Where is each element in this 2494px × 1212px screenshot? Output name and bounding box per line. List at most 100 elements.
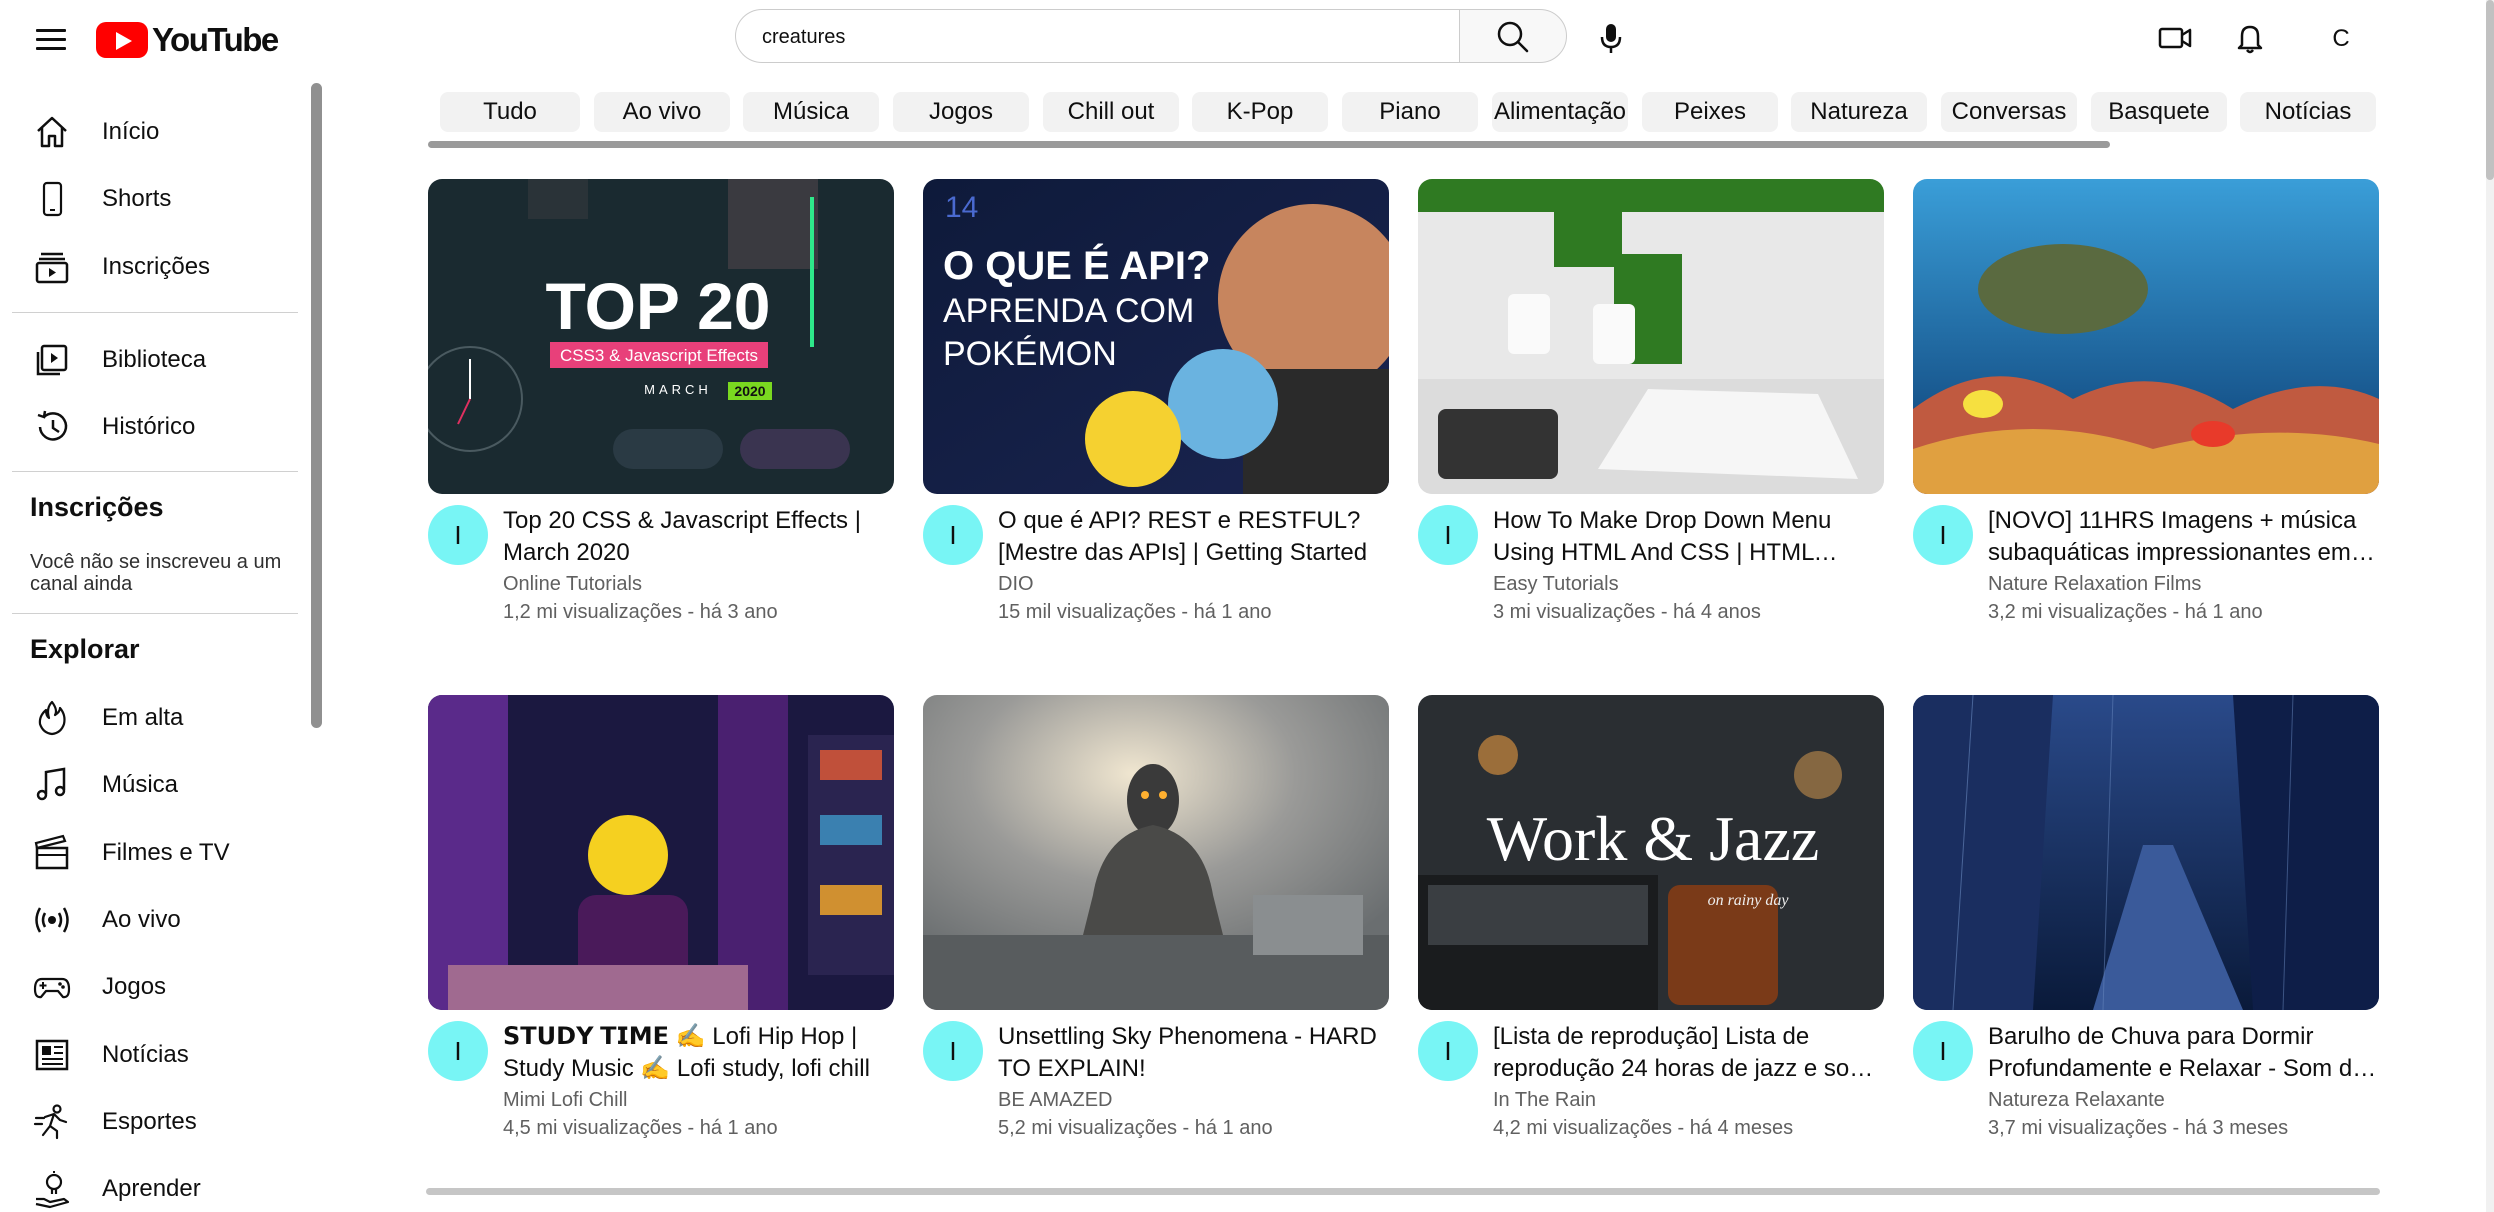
sidebar-item-label: Aprender	[102, 1175, 201, 1202]
video-title[interactable]: Top 20 CSS & Javascript Effects | March …	[503, 505, 893, 569]
sidebar-item-label: Início	[102, 118, 160, 145]
video-title[interactable]: O que é API? REST e RESTFUL? [Mestre das…	[998, 505, 1388, 569]
chip-piano[interactable]: Piano	[1342, 92, 1478, 132]
channel-name[interactable]: Easy Tutorials	[1493, 573, 1619, 596]
video-title[interactable]: Barulho de Chuva para Dormir Profundamen…	[1988, 1021, 2378, 1085]
channel-name[interactable]: Online Tutorials	[503, 573, 642, 596]
channel-avatar[interactable]: I	[923, 505, 983, 565]
chip-ao-vivo[interactable]: Ao vivo	[594, 92, 730, 132]
channel-avatar[interactable]: I	[428, 505, 488, 565]
search-button[interactable]	[1459, 9, 1567, 63]
channel-avatar[interactable]: I	[428, 1021, 488, 1081]
video-meta: 4,5 mi visualizações - há 1 ano	[503, 1117, 778, 1139]
sidebar-item-home[interactable]: Início	[12, 103, 302, 161]
account-avatar[interactable]: C	[2320, 18, 2362, 60]
sidebar-item-learning[interactable]: Aprender	[12, 1160, 302, 1212]
sidebar-divider	[12, 312, 298, 313]
page-scrollbar[interactable]	[2486, 0, 2494, 1212]
video-title[interactable]: 𝗦𝗧𝗨𝗗𝗬 𝗧𝗜𝗠𝗘 ✍️ Lofi Hip Hop | Study Music…	[503, 1021, 893, 1085]
chip-noticias[interactable]: Notícias	[2240, 92, 2376, 132]
sidebar-item-news[interactable]: Notícias	[12, 1026, 302, 1084]
channel-avatar[interactable]: I	[1418, 1021, 1478, 1081]
bell-icon	[2237, 25, 2263, 54]
search-input[interactable]	[760, 22, 1424, 52]
video-card: I Unsettling Sky Phenomena - HARD TO EXP…	[923, 695, 1389, 1175]
channel-name[interactable]: BE AMAZED	[998, 1089, 1112, 1112]
video-card: 14 O QUE É API? APRENDA COM POKÉMON I O …	[923, 179, 1389, 659]
sidebar-item-label: Inscrições	[102, 253, 211, 280]
thumb-subtitle-text: on rainy day	[1708, 892, 1790, 909]
chip-basquete[interactable]: Basquete	[2091, 92, 2227, 132]
channel-avatar[interactable]: I	[1418, 505, 1478, 565]
sidebar: Início Shorts Inscrições Biblioteca Hist…	[0, 78, 330, 1212]
video-title[interactable]: [Lista de reprodução] Lista de reproduçã…	[1493, 1021, 1883, 1085]
chip-k-pop[interactable]: K-Pop	[1192, 92, 1328, 132]
thumb-subtitle-text-2: POKÉMON	[943, 335, 1117, 373]
sidebar-item-gaming[interactable]: Jogos	[12, 958, 302, 1016]
chip-tudo[interactable]: Tudo	[440, 92, 580, 132]
sidebar-item-sports[interactable]: Esportes	[12, 1093, 302, 1151]
channel-name[interactable]: Nature Relaxation Films	[1988, 573, 2201, 596]
chip-jogos[interactable]: Jogos	[893, 92, 1029, 132]
sidebar-item-movies[interactable]: Filmes e TV	[12, 824, 302, 882]
video-title[interactable]: How To Make Drop Down Menu Using HTML An…	[1493, 505, 1883, 569]
chip-musica[interactable]: Música	[743, 92, 879, 132]
grid-scrollbar[interactable]	[426, 1188, 2380, 1195]
chip-peixes[interactable]: Peixes	[1642, 92, 1778, 132]
channel-name[interactable]: In The Rain	[1493, 1089, 1596, 1112]
sidebar-item-history[interactable]: Histórico	[12, 398, 302, 456]
channel-name[interactable]: Mimi Lofi Chill	[503, 1089, 627, 1112]
thumb-subtitle-text: CSS3 & Javascript Effects	[560, 346, 758, 365]
explore-heading: Explorar	[30, 634, 140, 664]
sidebar-item-label: Ao vivo	[102, 906, 181, 933]
sidebar-item-label: Shorts	[102, 185, 172, 212]
video-title[interactable]: [NOVO] 11HRS Imagens + música subaquátic…	[1988, 505, 2378, 569]
sidebar-item-library[interactable]: Biblioteca	[12, 331, 302, 389]
menu-icon[interactable]	[30, 20, 70, 60]
channel-avatar[interactable]: I	[923, 1021, 983, 1081]
sidebar-item-trending[interactable]: Em alta	[12, 689, 302, 747]
video-meta: 4,2 mi visualizações - há 4 meses	[1493, 1117, 1794, 1139]
video-meta: 5,2 mi visualizações - há 1 ano	[998, 1117, 1273, 1139]
video-thumbnail[interactable]: TOP 20 CSS3 & Javascript Effects MARCH 2…	[428, 179, 894, 494]
video-title[interactable]: Unsettling Sky Phenomena - HARD TO EXPLA…	[998, 1021, 1388, 1085]
channel-avatar[interactable]: I	[1913, 1021, 1973, 1081]
chip-alimentacao[interactable]: Alimentação	[1492, 92, 1628, 132]
subscriptions-empty-note: Você não se inscreveu a um canal ainda	[30, 551, 282, 595]
video-meta: 15 mil visualizações - há 1 ano	[998, 601, 1272, 623]
create-button[interactable]	[2155, 18, 2195, 58]
chip-chill-out[interactable]: Chill out	[1043, 92, 1179, 132]
youtube-logo[interactable]: YouTube	[96, 20, 279, 60]
video-thumbnail[interactable]	[923, 695, 1389, 1010]
sidebar-item-shorts[interactable]: Shorts	[12, 170, 302, 228]
notifications-button[interactable]	[2230, 18, 2270, 58]
video-thumbnail[interactable]	[428, 695, 894, 1010]
live-icon	[32, 900, 72, 940]
sidebar-divider	[12, 613, 298, 614]
video-thumbnail[interactable]: Work & Jazz on rainy day	[1418, 695, 1884, 1010]
channel-name[interactable]: Natureza Relaxante	[1988, 1089, 2165, 1112]
sidebar-item-live[interactable]: Ao vivo	[12, 891, 302, 949]
video-thumbnail[interactable]: 14 O QUE É API? APRENDA COM POKÉMON	[923, 179, 1389, 494]
mic-icon	[1600, 24, 1622, 53]
chip-conversas[interactable]: Conversas	[1941, 92, 2077, 132]
video-thumbnail[interactable]	[1418, 179, 1884, 494]
chips-scrollbar[interactable]	[428, 141, 2110, 148]
chip-natureza[interactable]: Natureza	[1791, 92, 1927, 132]
sidebar-item-subscriptions[interactable]: Inscrições	[12, 238, 302, 296]
learning-icon	[32, 1169, 72, 1209]
sidebar-divider	[12, 471, 298, 472]
sidebar-item-music[interactable]: Música	[12, 756, 302, 814]
channel-name[interactable]: DIO	[998, 573, 1034, 596]
sidebar-item-label: Filmes e TV	[102, 839, 230, 866]
mic-button[interactable]	[1591, 18, 1631, 58]
library-icon	[32, 340, 72, 380]
channel-avatar[interactable]: I	[1913, 505, 1973, 565]
video-thumbnail[interactable]	[1913, 695, 2379, 1010]
video-meta: 3 mi visualizações - há 4 anos	[1493, 601, 1761, 623]
page-scrollbar-thumb[interactable]	[2486, 0, 2494, 180]
thumb-year-text: 2020	[734, 383, 765, 399]
thumb-subtitle-text: APRENDA COM	[943, 292, 1194, 330]
video-thumbnail[interactable]	[1913, 179, 2379, 494]
sidebar-scrollbar[interactable]	[311, 83, 322, 728]
